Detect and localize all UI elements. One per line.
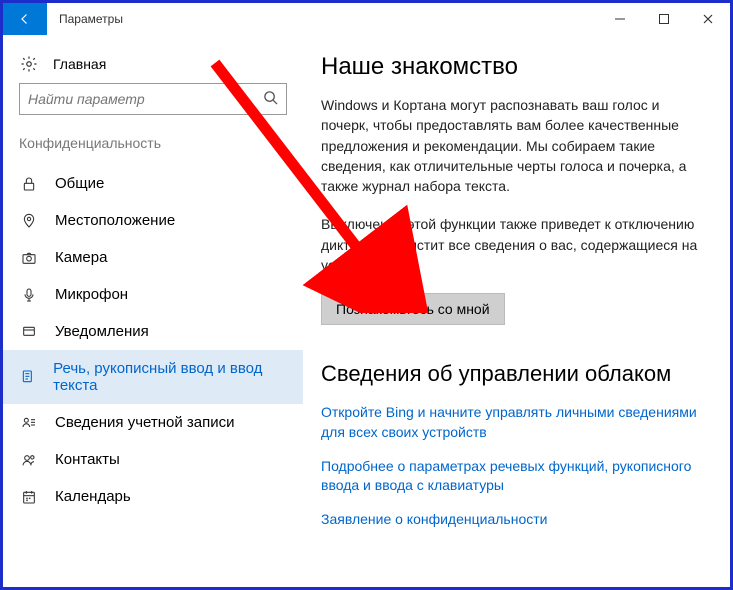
camera-icon [19,250,39,266]
sidebar-item-label: Общие [55,175,104,192]
sidebar-item-calendar[interactable]: Календарь [3,478,303,515]
contacts-icon [19,452,39,468]
intro-paragraph-2: Выключение этой функции также приведет к… [321,214,702,275]
sidebar-item-contacts[interactable]: Контакты [3,441,303,478]
sidebar-item-microphone[interactable]: Микрофон [3,276,303,313]
account-icon [19,415,39,431]
link-privacy-statement[interactable]: Заявление о конфиденциальности [321,510,702,530]
search-box[interactable] [19,83,287,115]
page-heading: Наше знакомство [321,53,702,81]
sidebar-item-label: Речь, рукописный ввод и ввод текста [53,360,287,394]
get-to-know-me-button[interactable]: Познакомьтесь со мной [321,293,505,325]
sidebar-item-label: Местоположение [55,212,175,229]
sidebar-item-label: Сведения учетной записи [55,414,235,431]
sidebar-item-general[interactable]: Общие [3,165,303,202]
home-nav[interactable]: Главная [3,49,303,83]
link-bing[interactable]: Откройте Bing и начните управлять личным… [321,403,702,442]
microphone-icon [19,287,39,303]
back-button[interactable] [3,3,47,35]
settings-window: Параметры Главная [0,0,733,590]
sidebar-item-location[interactable]: Местоположение [3,202,303,239]
minimize-button[interactable] [598,3,642,35]
titlebar: Параметры [3,3,730,35]
sidebar-item-label: Контакты [55,451,120,468]
search-input[interactable] [28,91,263,107]
sidebar-item-camera[interactable]: Камера [3,239,303,276]
minimize-icon [614,13,626,25]
home-label: Главная [53,56,106,72]
close-button[interactable] [686,3,730,35]
speech-icon [19,369,37,385]
section-header: Конфиденциальность [3,131,303,165]
maximize-icon [658,13,670,25]
search-icon [263,90,278,108]
sidebar-item-notifications[interactable]: Уведомления [3,313,303,350]
notifications-icon [19,324,39,340]
location-icon [19,213,39,229]
link-speech-params[interactable]: Подробнее о параметрах речевых функций, … [321,457,702,496]
arrow-left-icon [19,13,31,25]
content-pane: Наше знакомство Windows и Кортана могут … [303,35,730,587]
window-title: Параметры [47,3,123,35]
sidebar-item-speech[interactable]: Речь, рукописный ввод и ввод текста [3,350,303,404]
calendar-icon [19,489,39,505]
sidebar-item-label: Уведомления [55,323,149,340]
cloud-heading: Сведения об управлении облаком [321,361,702,387]
intro-paragraph-1: Windows и Кортана могут распознавать ваш… [321,95,702,196]
sidebar: Главная Конфиденциальность Общие Местопо… [3,35,303,587]
maximize-button[interactable] [642,3,686,35]
lock-icon [19,176,39,192]
sidebar-item-label: Камера [55,249,107,266]
close-icon [702,13,714,25]
sidebar-item-label: Микрофон [55,286,128,303]
gear-icon [19,55,39,73]
sidebar-item-account-info[interactable]: Сведения учетной записи [3,404,303,441]
sidebar-item-label: Календарь [55,488,131,505]
